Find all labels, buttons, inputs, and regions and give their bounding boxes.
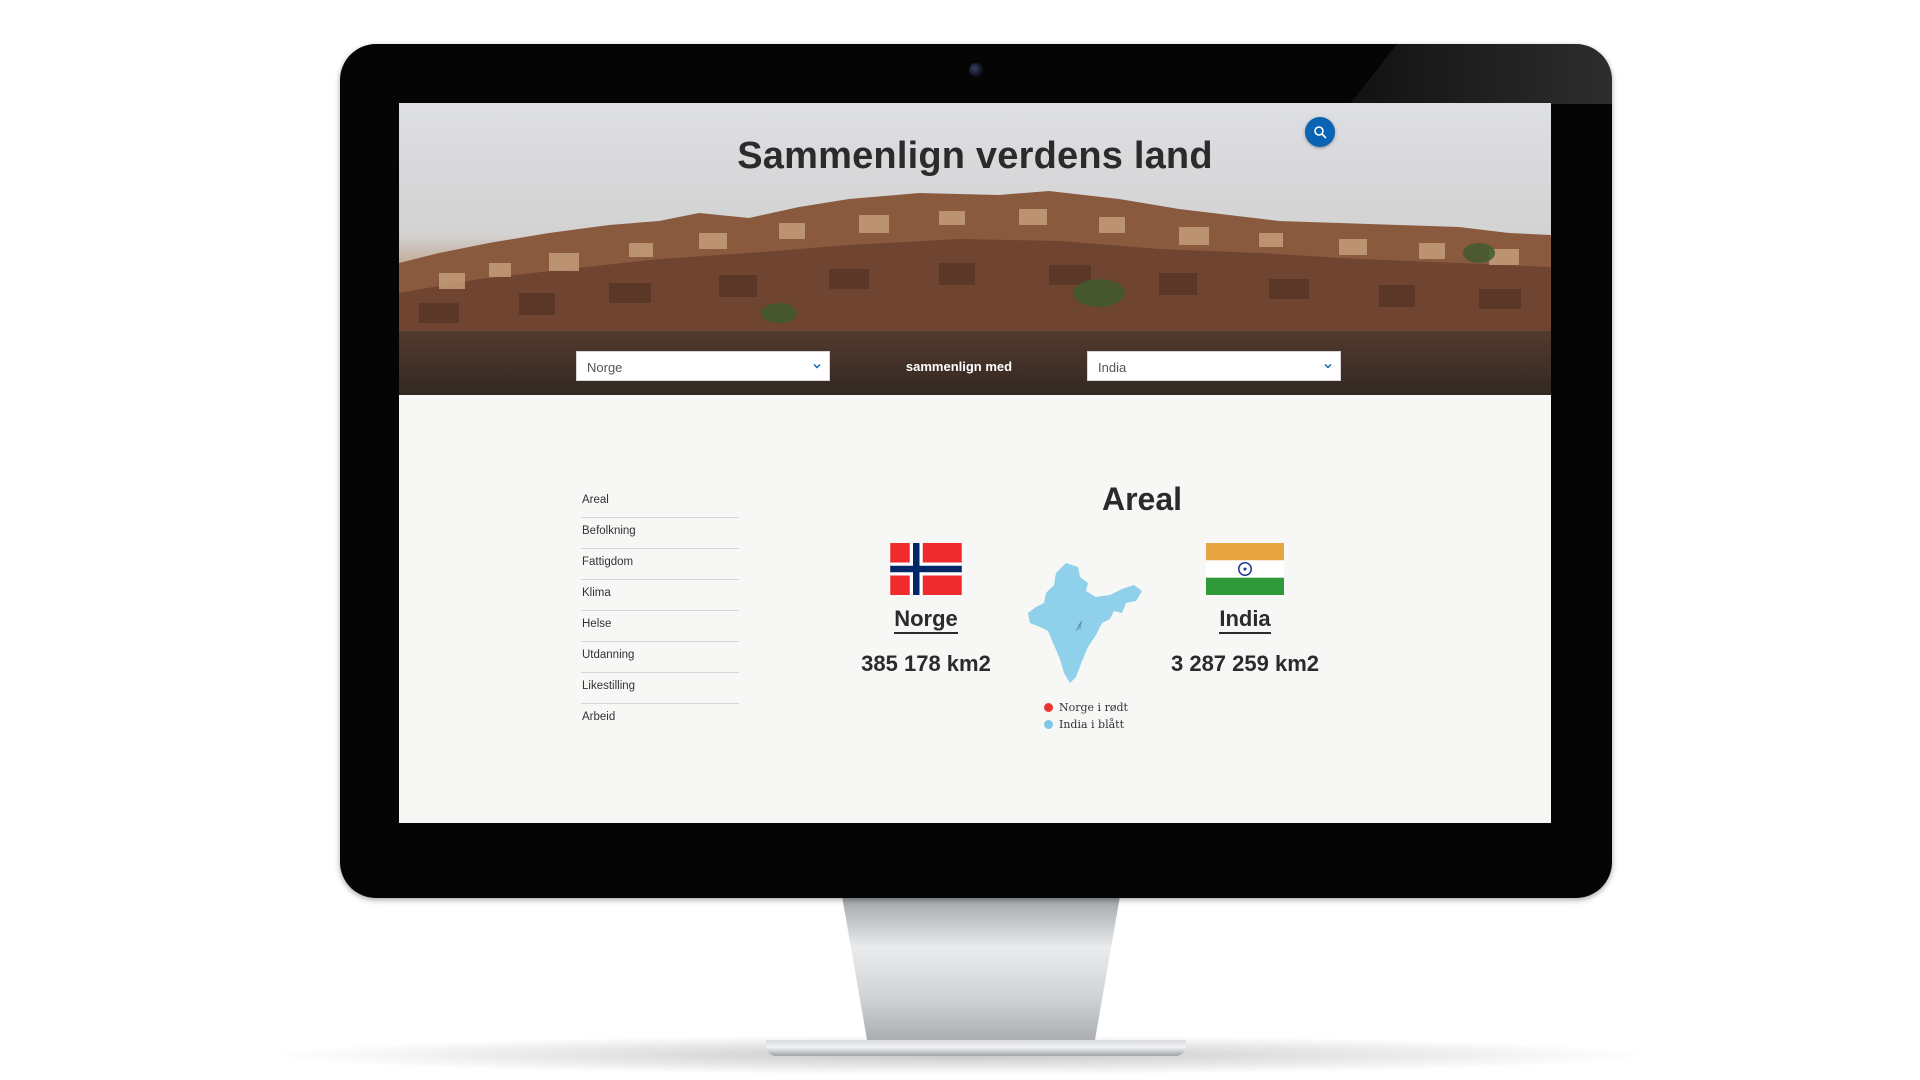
sidebar-item-fattigdom[interactable]: Fattigdom	[581, 549, 739, 580]
hero-banner: Sammenlign verdens land Norge sammenlign…	[399, 103, 1551, 395]
india-flag-icon	[1206, 543, 1284, 595]
legend-label-norge: Norge i rødt	[1059, 701, 1128, 714]
country-b-select[interactable]: India	[1087, 351, 1341, 381]
monitor-stand-base	[766, 1040, 1186, 1056]
compare-label: sammenlign med	[905, 359, 1013, 374]
sidebar-item-arbeid[interactable]: Arbeid	[581, 704, 739, 734]
search-icon	[1314, 126, 1327, 139]
webcam-icon	[969, 63, 983, 77]
country-b-area: 3 287 259 km2	[1170, 651, 1320, 676]
country-a-value: Norge	[587, 360, 623, 375]
sidebar-item-klima[interactable]: Klima	[581, 580, 739, 611]
page-title: Sammenlign verdens land	[737, 135, 1213, 177]
india-map-outline	[1028, 563, 1142, 683]
country-b-value: India	[1098, 360, 1127, 375]
norway-flag-icon	[890, 543, 962, 595]
blue-dot-icon	[1044, 720, 1053, 729]
country-a-select[interactable]: Norge	[576, 351, 830, 381]
sidebar-item-areal[interactable]: Areal	[581, 487, 739, 518]
section-title: Areal	[1101, 481, 1183, 517]
country-a-area: 385 178 km2	[861, 651, 991, 676]
chevron-down-icon	[1324, 364, 1332, 369]
country-a-name[interactable]: Norge	[836, 606, 1016, 634]
monitor-stand	[841, 895, 1121, 1045]
chevron-down-icon	[813, 364, 821, 369]
sidebar-item-helse[interactable]: Helse	[581, 611, 739, 642]
legend-label-india: India i blått	[1059, 718, 1125, 731]
search-button[interactable]	[1305, 117, 1335, 147]
sidebar-item-befolkning[interactable]: Befolkning	[581, 518, 739, 549]
country-b-name-text[interactable]: India	[1219, 606, 1271, 634]
country-a-name-text[interactable]: Norge	[894, 606, 958, 634]
map-legend: Norge i rødt India i blått	[1044, 699, 1128, 733]
topic-sidebar: Areal Befolkning Fattigdom Klima Helse U…	[581, 487, 739, 734]
country-b-name[interactable]: India	[1155, 606, 1335, 634]
legend-item-norge: Norge i rødt	[1044, 699, 1128, 716]
browser-viewport: Sammenlign verdens land Norge sammenlign…	[399, 103, 1551, 823]
sidebar-item-utdanning[interactable]: Utdanning	[581, 642, 739, 673]
legend-item-india: India i blått	[1044, 716, 1128, 733]
sidebar-item-likestilling[interactable]: Likestilling	[581, 673, 739, 704]
red-dot-icon	[1044, 703, 1053, 712]
